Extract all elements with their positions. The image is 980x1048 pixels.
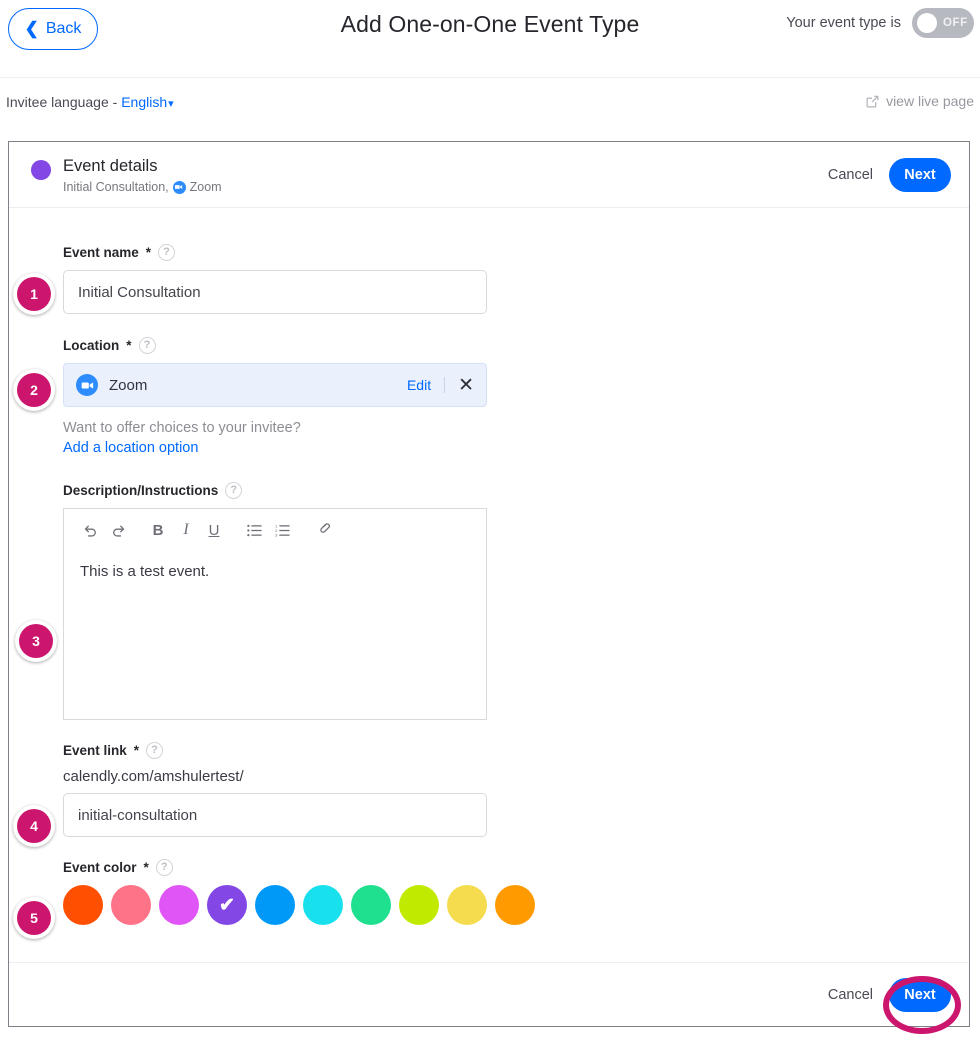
invitee-language-label: Invitee language - <box>6 94 122 110</box>
card-header-actions: Cancel Next <box>828 158 951 192</box>
required-marker: * <box>126 338 132 353</box>
numbered-list-icon[interactable]: 1 2 3 <box>268 516 296 544</box>
external-link-icon <box>866 95 879 108</box>
color-swatch-magenta[interactable] <box>159 885 199 925</box>
zoom-icon <box>76 374 98 396</box>
description-label-row: Description/Instructions ? <box>63 482 969 499</box>
color-swatch-pink[interactable] <box>111 885 151 925</box>
annotation-badge-5: 5 <box>13 897 55 939</box>
event-type-toggle-group: Your event type is OFF <box>786 8 974 38</box>
check-icon: ✔ <box>219 894 235 916</box>
annotation-badge-5-number: 5 <box>17 901 51 935</box>
event-link-label-row: Event link * ? <box>63 742 969 759</box>
event-link-label: Event link <box>63 743 127 758</box>
annotation-badge-3-number: 3 <box>19 624 53 658</box>
card-header: Event details Initial Consultation, Zoom… <box>9 142 969 208</box>
annotation-badge-1-number: 1 <box>17 277 51 311</box>
description-label: Description/Instructions <box>63 483 219 498</box>
redo-icon[interactable] <box>104 516 132 544</box>
location-label: Location <box>63 338 120 353</box>
event-color-swatches: ✔ <box>63 885 969 925</box>
location-offer-text: Want to offer choices to your invitee? <box>63 420 301 436</box>
next-button-bottom[interactable]: Next <box>889 977 951 1012</box>
underline-icon[interactable]: U <box>200 516 228 544</box>
toggle-knob <box>917 13 937 33</box>
event-color-label: Event color <box>63 860 137 875</box>
svg-text:3: 3 <box>275 532 278 536</box>
invitee-language-selector[interactable]: Invitee language - English▾ <box>6 94 174 110</box>
question-mark-icon[interactable]: ? <box>138 337 156 354</box>
event-name-input[interactable] <box>63 270 487 314</box>
toggle-state-label: OFF <box>943 17 968 29</box>
cancel-button-bottom[interactable]: Cancel <box>828 987 873 1003</box>
color-swatch-cyan[interactable] <box>303 885 343 925</box>
location-name: Zoom <box>109 376 148 394</box>
required-marker: * <box>133 743 140 758</box>
card-header-subtitle: Initial Consultation, Zoom <box>63 180 949 194</box>
annotation-badge-2-number: 2 <box>17 373 51 407</box>
question-mark-icon[interactable]: ? <box>155 859 173 876</box>
top-bar: ❮ Back Add One-on-One Event Type Your ev… <box>0 0 980 78</box>
description-text[interactable]: This is a test event. <box>64 551 486 592</box>
event-link-url-prefix: calendly.com/amshulertest/ <box>63 768 244 785</box>
link-icon[interactable] <box>308 516 336 544</box>
event-details-card: Event details Initial Consultation, Zoom… <box>8 141 970 1027</box>
event-name-label: Event name <box>63 245 139 260</box>
next-button-top[interactable]: Next <box>889 158 951 192</box>
card-header-subtitle-location: Zoom <box>189 180 222 194</box>
card-footer: Cancel Next <box>9 962 969 1026</box>
chevron-down-icon: ▾ <box>168 98 174 110</box>
view-live-page-label: view live page <box>886 93 974 109</box>
toggle-caption: Your event type is <box>786 15 901 31</box>
card-header-title: Event details <box>63 157 158 175</box>
card-header-subtitle-event: Initial Consultation, <box>63 180 169 194</box>
color-swatch-lime[interactable] <box>399 885 439 925</box>
annotation-badge-3: 3 <box>15 620 57 662</box>
question-mark-icon[interactable]: ? <box>146 742 164 759</box>
bold-icon[interactable]: B <box>144 516 172 544</box>
description-editor: B I U 1 2 3 This is a test event. <box>63 508 487 720</box>
zoom-icon <box>172 180 186 194</box>
description-toolbar: B I U 1 2 3 <box>64 509 486 551</box>
location-label-row: Location * ? <box>63 337 969 354</box>
invitee-language-value: English <box>121 94 168 110</box>
sub-bar: Invitee language - English▾ view live pa… <box>0 78 980 130</box>
event-color-label-row: Event color * ? <box>63 859 969 876</box>
italic-icon[interactable]: I <box>172 516 200 544</box>
add-location-option-link[interactable]: Add a location option <box>63 440 969 456</box>
location-edit-button[interactable]: Edit <box>407 377 446 393</box>
annotation-badge-4: 4 <box>13 805 55 847</box>
color-swatch-orange[interactable] <box>495 885 535 925</box>
location-selected-row[interactable]: Zoom Edit ✕ <box>63 363 487 407</box>
question-mark-icon[interactable]: ? <box>225 482 243 499</box>
annotation-badge-4-number: 4 <box>17 809 51 843</box>
event-link-input[interactable] <box>63 793 487 837</box>
annotation-badge-2: 2 <box>13 369 55 411</box>
color-swatch-blue[interactable] <box>255 885 295 925</box>
undo-icon[interactable] <box>76 516 104 544</box>
event-name-label-row: Event name * ? <box>63 244 969 261</box>
required-marker: * <box>143 860 149 875</box>
color-swatch-orange-red[interactable] <box>63 885 103 925</box>
question-mark-icon[interactable]: ? <box>158 244 176 261</box>
close-icon[interactable]: ✕ <box>458 376 474 395</box>
view-live-page-link[interactable]: view live page <box>866 93 974 109</box>
color-swatch-green[interactable] <box>351 885 391 925</box>
annotation-badge-1: 1 <box>13 273 55 315</box>
cancel-button-top[interactable]: Cancel <box>828 167 873 183</box>
event-type-toggle[interactable]: OFF <box>912 8 974 38</box>
color-swatch-purple[interactable]: ✔ <box>207 885 247 925</box>
required-marker: * <box>145 245 152 260</box>
card-body: Event name * ? Location * ? Zoom Edit ✕ … <box>9 208 969 964</box>
bulleted-list-icon[interactable] <box>240 516 268 544</box>
color-swatch-yellow[interactable] <box>447 885 487 925</box>
event-color-dot-icon <box>31 160 51 180</box>
